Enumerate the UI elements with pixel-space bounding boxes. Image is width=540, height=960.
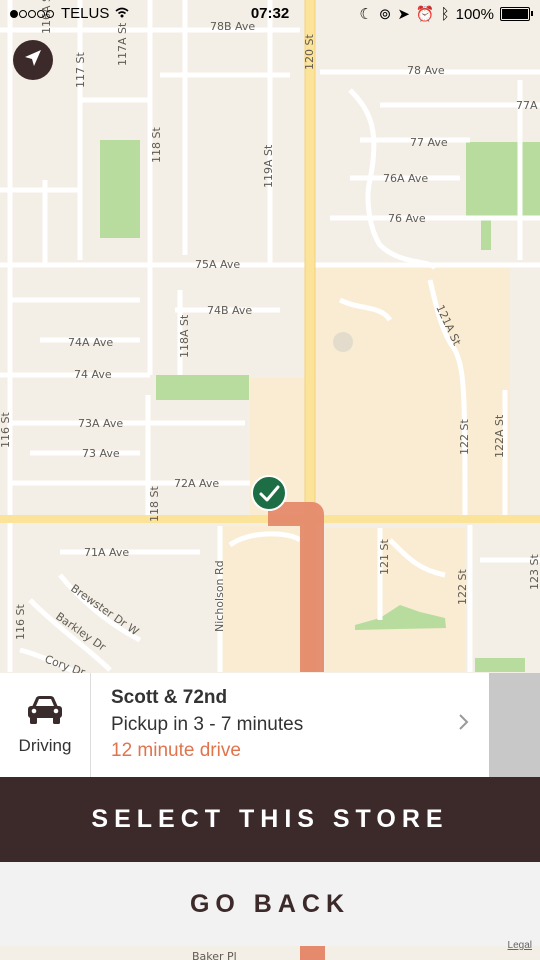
street-label: 76 Ave [388,212,426,225]
bluetooth-icon: ᛒ [440,5,450,23]
location-arrow-button[interactable] [13,40,53,80]
card-edge [489,673,540,777]
battery-percent: 100% [455,5,494,23]
street-label: 118A St [178,314,191,358]
street-label: 73 Ave [82,447,120,460]
street-label: Baker Pl [192,950,237,960]
legal-link[interactable]: Legal [508,940,532,951]
pickup-time: Pickup in 3 - 7 minutes [111,714,304,735]
street-label: 72A Ave [174,477,219,490]
street-label: 123 St [528,554,540,590]
street-label: 118 St [150,127,163,163]
battery-icon [500,7,533,21]
street-label: 77 Ave [410,136,448,149]
street-label: 121 St [378,539,391,575]
street-label: 74A Ave [68,336,113,349]
street-label: 78 Ave [407,64,445,77]
street-label: 117A St [116,22,129,66]
street-label: 75A Ave [195,258,240,271]
store-marker-check-icon[interactable] [251,475,287,511]
street-label: 122A St [493,414,506,458]
street-label: 74 Ave [74,368,112,381]
street-label: 116 St [14,604,27,640]
store-info[interactable]: Scott & 72nd Pickup in 3 - 7 minutes 12 … [111,687,303,762]
go-back-button[interactable]: GO BACK [0,862,540,946]
car-icon [26,695,64,730]
rotation-lock-icon: ⊚ [378,6,392,23]
store-card[interactable]: Driving Scott & 72nd Pickup in 3 - 7 min… [0,673,540,777]
location-arrow-icon [24,49,42,72]
street-label: 71A Ave [84,546,129,559]
chevron-right-icon[interactable] [458,713,470,736]
moon-icon: ☾ [359,6,373,23]
street-label: 77A [516,99,538,112]
street-label: 76A Ave [383,172,428,185]
street-label: 73A Ave [78,417,123,430]
status-bar: TELUS 07:32 ☾ ⊚ ➤ ⏰ ᛒ 100% [0,0,540,28]
alarm-icon: ⏰ [415,6,435,23]
select-store-button[interactable]: SELECT THIS STORE [0,777,540,862]
street-label: 117 St [74,52,87,88]
street-label: 122 St [458,419,471,455]
street-label: 122 St [456,569,469,605]
street-label: 74B Ave [207,304,252,317]
street-label: 118 St [148,486,161,522]
mode-label: Driving [18,735,72,755]
street-label: Nicholson Rd [213,560,226,632]
street-label: 119A St [262,144,275,188]
store-name: Scott & 72nd [111,687,228,708]
travel-mode[interactable]: Driving [0,673,91,777]
status-right: ☾ ⊚ ➤ ⏰ ᛒ 100% [359,5,533,23]
location-icon: ➤ [397,6,410,23]
drive-time: 12 minute drive [111,740,241,761]
street-label: 116 St [0,412,12,448]
street-label: 120 St [303,34,316,70]
